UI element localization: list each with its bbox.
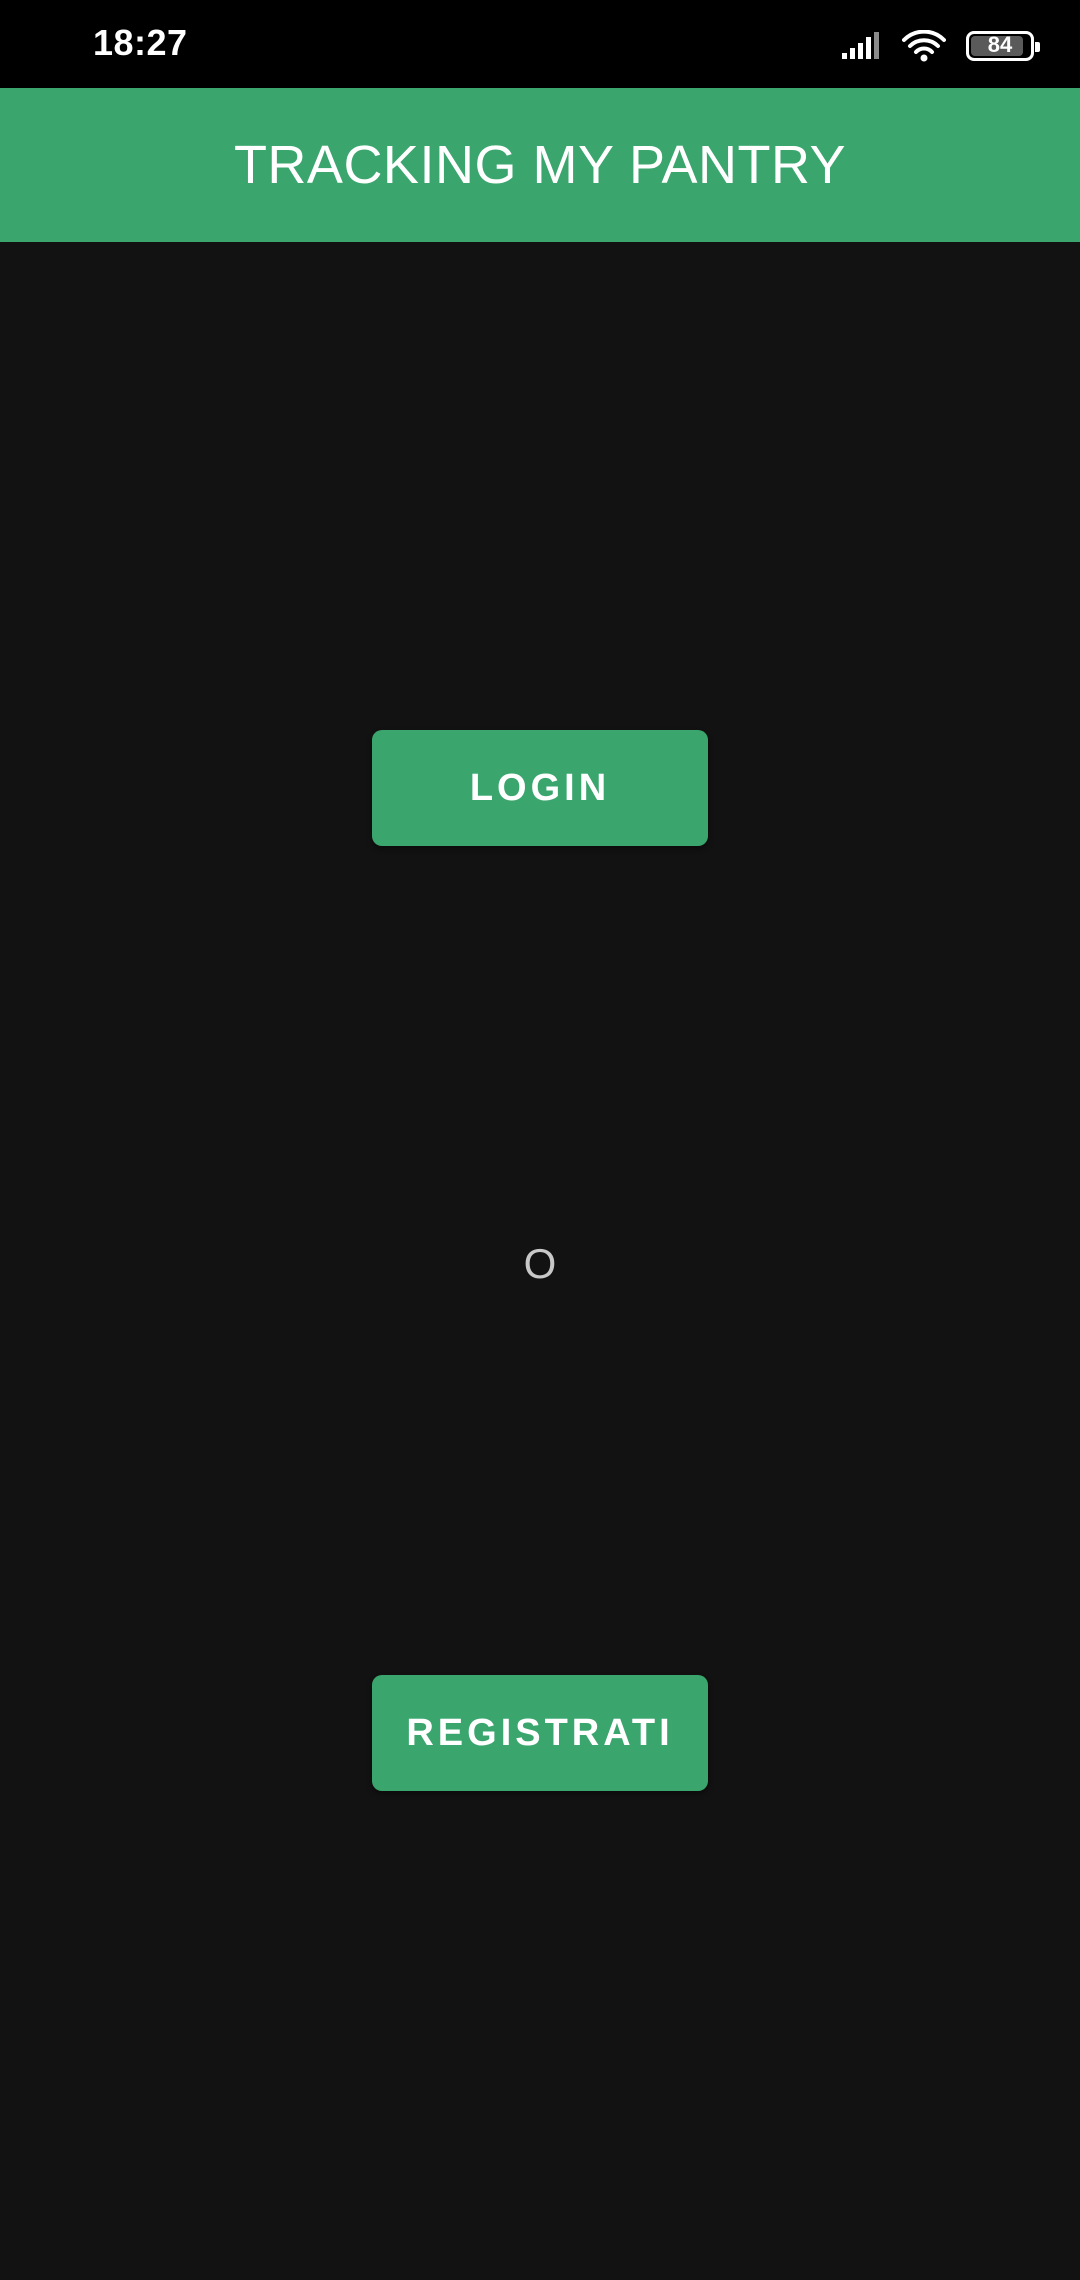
app-title: TRACKING MY PANTRY — [233, 135, 847, 195]
app-bar: TRACKING MY PANTRY — [0, 88, 1080, 242]
register-button[interactable]: REGISTRATI — [372, 1675, 708, 1791]
battery-icon: 84 — [966, 31, 1040, 61]
status-bar: 18:27 84 — [0, 0, 1080, 88]
signal-icon — [840, 31, 882, 61]
status-icons: 84 — [840, 24, 1040, 68]
battery-tip — [1035, 42, 1040, 52]
battery-level: 84 — [987, 32, 1013, 57]
or-separator-text: O — [523, 1240, 557, 1287]
wifi-icon — [902, 30, 946, 62]
login-button[interactable]: LOGIN — [372, 730, 708, 846]
status-time: 18:27 — [93, 22, 188, 63]
